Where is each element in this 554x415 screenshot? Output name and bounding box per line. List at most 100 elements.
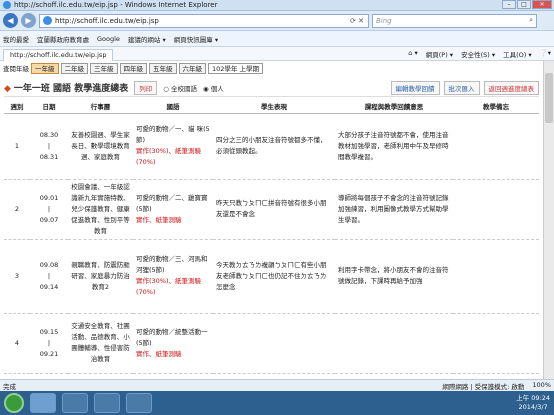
favorites-item[interactable]: 宜蘭縣政府教育處 xyxy=(37,34,89,44)
page-content: 查閱年級 一年級 二年級 三年級 四年級 五年級 六年級 102學年 上學期 一… xyxy=(0,61,543,379)
tools-menu-safety[interactable]: 安全性(S) ▾ xyxy=(461,49,495,59)
tools-menu-page[interactable]: 網頁(P) ▾ xyxy=(426,49,453,59)
lesson-text: 可愛的動物／三、河馬和河狸(5節) xyxy=(136,255,208,274)
cell-week: 4 xyxy=(4,313,30,374)
grade-label: 查閱年級 xyxy=(3,65,29,73)
edit-feedback-button[interactable]: 編輯教學回饋 xyxy=(390,80,440,95)
assessment-text: 實作(30%)、紙筆測驗(70%) xyxy=(136,147,202,166)
radio-all-school[interactable]: ○ 全校國語 xyxy=(163,83,197,93)
cell-calendar: 友善校園週、學生家長日、數學環境教育週、家庭教育 xyxy=(68,113,133,180)
cell-lesson: 可愛的動物／一、貓 咪(5節) 實作(30%)、紙筆測驗(70%) xyxy=(133,113,213,180)
taskbar-ie-icon[interactable] xyxy=(30,393,56,413)
back-button[interactable]: ◀ xyxy=(3,13,18,28)
col-memo: 教學備忘 xyxy=(453,99,539,114)
date-separator: | xyxy=(47,204,51,213)
status-text: 完成 xyxy=(3,382,16,391)
schedule-header: 一年一班 國語 教學進度總表 列印 ○ 全校國語 ◉ 個人 編輯教學回饋 批次匯… xyxy=(4,79,539,97)
taskbar-chrome-icon[interactable] xyxy=(126,393,152,413)
radio-all-label: 全校國語 xyxy=(170,84,197,93)
radio-personal-label: 個人 xyxy=(210,84,224,93)
cell-feedback: 大部分孩子注音符號都不會，使用注音教材加強學習，老師利用中午及早修時間教學複習。 xyxy=(335,113,453,180)
close-button[interactable]: ✕ xyxy=(532,0,552,9)
radio-personal[interactable]: ◉ 個人 xyxy=(203,83,224,93)
table-row: 4 09.15 | 09.21 交通安全教育、社團活動、品德教育、小團體輔導、性侵害… xyxy=(4,313,539,374)
cell-performance xyxy=(213,313,335,374)
date-to: 09.14 xyxy=(39,282,59,291)
date-from: 08.30 xyxy=(39,130,59,139)
table-row: 1 08.30 | 08.31 友善校園週、學生家長日、數學環境教育週、家庭教育 可… xyxy=(4,113,539,180)
col-week: 週別 xyxy=(4,99,30,114)
forward-button[interactable]: ▶ xyxy=(21,13,36,28)
zoom-level[interactable]: 100% xyxy=(532,381,551,391)
date-to: 09.07 xyxy=(39,215,59,224)
date-from: 09.01 xyxy=(39,193,59,202)
tab-bar: http://schoff.ilc.edu.tw/eip.jsp ⌂ ▾ 網頁(… xyxy=(0,47,554,61)
minimize-button[interactable]: – xyxy=(502,0,516,9)
cell-calendar: 親職教育、防震防颱研習、家庭暴力防治教育2 xyxy=(68,239,133,314)
taskbar: 上午 09:24 2014/3/7 xyxy=(0,391,554,415)
cell-calendar: 校園會議、一年級認識新九年實施特教、兒少保護教育、健康促進教育、性別平等教育 xyxy=(68,179,133,240)
date-separator: | xyxy=(47,271,51,280)
address-url: http://schoff.ilc.edu.tw/eip.jsp xyxy=(55,16,159,25)
maximize-button[interactable]: □ xyxy=(517,0,531,9)
address-bar[interactable]: http://schoff.ilc.edu.tw/eip.jsp ⟳ ✕ xyxy=(39,13,369,28)
date-from: 09.08 xyxy=(39,260,59,269)
cell-memo xyxy=(453,179,539,240)
date-to: 09.21 xyxy=(39,349,59,358)
favorites-item[interactable]: 網頁快訊圖庫 ▾ xyxy=(174,34,218,44)
page-icon xyxy=(43,16,52,25)
refresh-icon[interactable]: ⟳ ✕ xyxy=(350,17,364,25)
search-icon[interactable]: ⌕ xyxy=(529,16,533,25)
date-separator: | xyxy=(47,141,51,150)
print-button[interactable]: 列印 xyxy=(134,80,158,95)
schedule-table: 週別 日期 行事曆 國語 學生表現 課程與教學回饋意思 教學備忘 1 08.30… xyxy=(4,99,539,374)
favorites-item[interactable]: Google xyxy=(97,35,120,43)
tools-menu-tools[interactable]: 工具(O) ▾ xyxy=(503,49,532,59)
cell-feedback xyxy=(335,313,453,374)
vertical-scrollbar[interactable] xyxy=(543,61,554,379)
lesson-text: 可愛的動物／統整活動一(5節) xyxy=(136,327,208,347)
cell-week: 1 xyxy=(4,113,30,180)
grade-tab-2[interactable]: 二年級 xyxy=(60,62,88,74)
help-icon[interactable]: ❔▾ xyxy=(540,49,551,59)
cell-week: 2 xyxy=(4,179,30,240)
scrollbar-thumb[interactable] xyxy=(545,73,553,123)
grade-tab-5[interactable]: 五年級 xyxy=(149,62,177,74)
batch-import-button[interactable]: 批次匯入 xyxy=(443,80,480,95)
search-placeholder: Bing xyxy=(376,16,392,25)
year-select[interactable]: 102學年 上學期 xyxy=(208,62,263,74)
cell-date: 09.08 | 09.14 xyxy=(30,239,68,314)
start-button[interactable] xyxy=(4,393,24,413)
table-header-row: 週別 日期 行事曆 國語 學生表現 課程與教學回饋意思 教學備忘 xyxy=(4,99,539,114)
cell-performance: 四分之三的小朋友注音符號都多不懂，必須從頭教起。 xyxy=(213,113,335,180)
favorites-item[interactable]: 我的最愛 xyxy=(3,34,29,44)
cell-performance: 今天教ㄉㄊㄋㄌ複韻ㄅㄆㄇㄈ有些小朋友老師教ㄅㄆㄇㄈ也仍記不住ㄉㄊㄋㄌ怎麼念 xyxy=(213,239,335,314)
grade-tab-1[interactable]: 一年級 xyxy=(31,62,59,74)
favorites-item[interactable]: 建議的網站 ▾ xyxy=(128,34,166,44)
lesson-text: 可愛的動物／二、雞寶寶(5節) xyxy=(136,193,208,213)
col-performance: 學生表現 xyxy=(213,99,335,114)
cell-calendar: 交通安全教育、社團活動、品德教育、小團體輔導、性侵害防治教育 xyxy=(68,313,133,374)
home-icon[interactable]: ⌂ ▾ xyxy=(408,49,417,59)
col-date: 日期 xyxy=(30,99,68,114)
search-box[interactable]: Bing ⌕ xyxy=(372,13,537,28)
cell-date: 09.15 | 09.21 xyxy=(30,313,68,374)
cell-lesson: 可愛的動物／二、雞寶寶(5節) 實作、紙筆測驗 xyxy=(133,179,213,240)
browser-tab[interactable]: http://schoff.ilc.edu.tw/eip.jsp xyxy=(3,48,114,61)
clock-time: 上午 09:24 xyxy=(516,394,550,402)
back-to-weekly-button[interactable]: 返回週進度總表 xyxy=(483,80,539,95)
grade-tab-3[interactable]: 三年級 xyxy=(90,62,118,74)
date-from: 09.15 xyxy=(39,327,59,336)
col-calendar: 行事曆 xyxy=(68,99,133,114)
taskbar-clock[interactable]: 上午 09:24 2014/3/7 xyxy=(516,394,554,412)
security-zone: 網際網路 | 受保護模式: 啟動 xyxy=(442,382,525,391)
cell-lesson: 可愛的動物／三、河馬和河狸(5節) 實作(30%)、紙筆測驗(70%) xyxy=(133,239,213,314)
taskbar-folder-icon[interactable] xyxy=(62,393,88,413)
grade-tab-6[interactable]: 六年級 xyxy=(178,62,206,74)
assessment-text: 實作、紙筆測驗 xyxy=(136,215,182,224)
grade-tab-4[interactable]: 四年級 xyxy=(119,62,147,74)
taskbar-media-icon[interactable] xyxy=(94,393,120,413)
lesson-text: 可愛的動物／一、貓 咪(5節) xyxy=(136,125,210,144)
cell-feedback: 利用字卡帶念，將小朋友不會的注音符號做記錄，下課時再給予加強 xyxy=(335,239,453,314)
ie-logo-icon xyxy=(3,1,11,9)
